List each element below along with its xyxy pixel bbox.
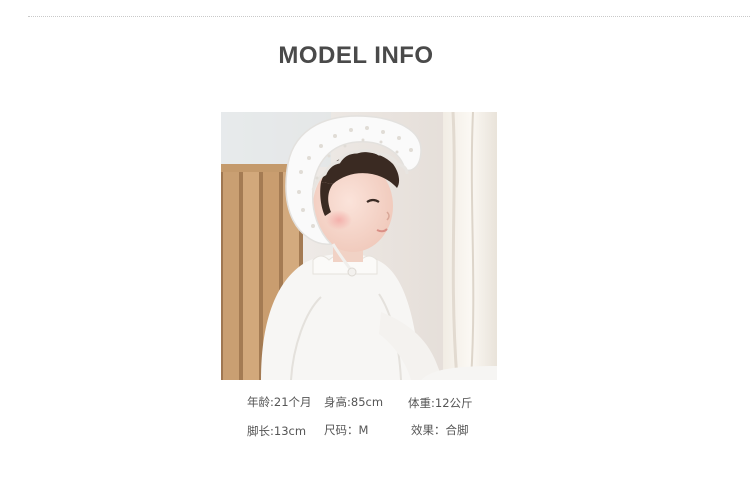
model-photo — [221, 112, 497, 380]
info-fit: 效果：合脚 — [411, 423, 469, 437]
info-age: 年龄:21个月 — [247, 395, 312, 409]
top-dotted-divider — [28, 16, 750, 17]
info-foot-length: 脚长:13cm — [247, 424, 307, 438]
info-height: 身高:85cm — [324, 395, 384, 409]
info-size: 尺码：M — [324, 423, 369, 437]
info-weight: 体重:12公斤 — [408, 396, 473, 410]
section-title: MODEL INFO — [278, 42, 434, 69]
